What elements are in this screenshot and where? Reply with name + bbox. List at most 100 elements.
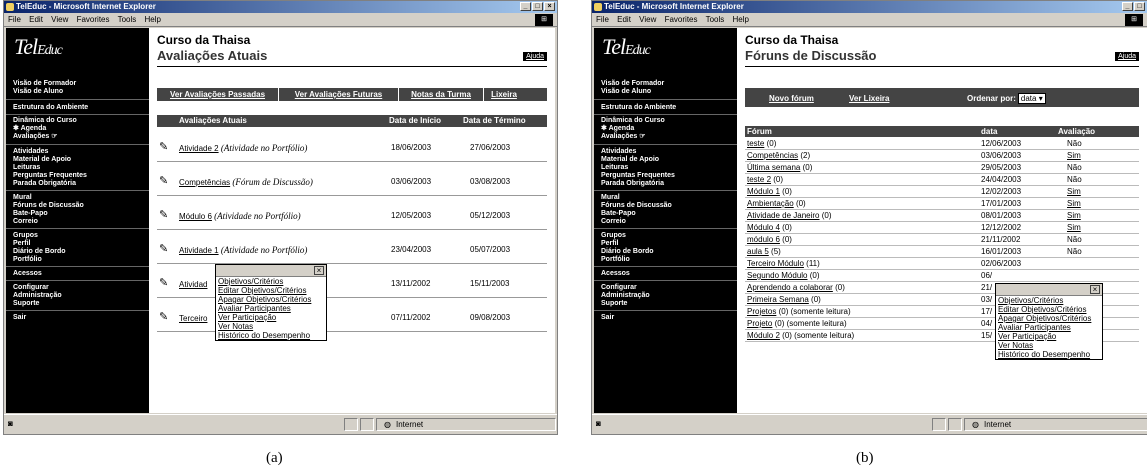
sidebar-item-agenda[interactable]: ✱ Agenda [13,125,145,133]
forum-link[interactable]: teste [747,139,764,148]
evaluation-link[interactable]: Atividad [179,280,207,289]
sidebar-item-foruns[interactable]: Fóruns de Discussão [601,202,733,210]
sidebar-item-leituras[interactable]: Leituras [13,164,145,172]
sidebar-item-suporte[interactable]: Suporte [601,300,733,308]
tab-future-evaluations[interactable]: Ver Avaliações Futuras [279,88,399,101]
new-forum-link[interactable]: Novo fórum [769,94,814,103]
sidebar-item-perguntas[interactable]: Perguntas Frequentes [13,172,145,180]
sidebar-item-diario[interactable]: Diário de Bordo [13,248,145,256]
evaluation-link[interactable]: Módulo 6 [179,212,212,221]
popup-item-performance-history[interactable]: Histórico do Desempenho [996,350,1102,359]
forum-link[interactable]: Módulo 2 [747,331,780,340]
sidebar-item-acessos[interactable]: Acessos [601,270,733,278]
popup-item-edit-objectives[interactable]: Editar Objetivos/Critérios [996,305,1102,314]
forum-evaluation[interactable]: Sim [1067,186,1081,198]
sidebar-item-estrutura[interactable]: Estrutura do Ambiente [13,104,145,112]
help-button[interactable]: Ajuda [1115,52,1139,61]
sidebar-item-perfil[interactable]: Perfil [601,240,733,248]
sidebar-item-acessos[interactable]: Acessos [13,270,145,278]
sidebar-item-agenda[interactable]: ✱ Agenda [601,125,733,133]
forum-evaluation[interactable]: Sim [1067,150,1081,162]
tab-trash[interactable]: Lixeira [484,88,524,101]
popup-item-edit-objectives[interactable]: Editar Objetivos/Critérios [216,286,326,295]
sidebar-item-sair[interactable]: Sair [13,314,145,322]
forum-link[interactable]: Módulo 4 [747,223,780,232]
tab-class-grades[interactable]: Notas da Turma [399,88,484,101]
forum-link[interactable]: Atividade de Janeiro [747,211,820,220]
sidebar-item-atividades[interactable]: Atividades [13,148,145,156]
sidebar-item-sair[interactable]: Sair [601,314,733,322]
menu-file[interactable]: File [8,15,21,24]
sidebar-item-grupos[interactable]: Grupos [13,232,145,240]
tab-past-evaluations[interactable]: Ver Avaliações Passadas [157,88,279,101]
forum-link[interactable]: Aprendendo a colaborar [747,283,833,292]
menu-help[interactable]: Help [733,15,749,24]
popup-item-view-participation[interactable]: Ver Participação [996,332,1102,341]
sidebar-item-suporte[interactable]: Suporte [13,300,145,308]
sidebar-item-estrutura[interactable]: Estrutura do Ambiente [601,104,733,112]
evaluation-link[interactable]: Atividade 1 [179,246,219,255]
popup-item-evaluate-participants[interactable]: Avaliar Participantes [216,304,326,313]
evaluation-link[interactable]: Competências [179,178,230,187]
sidebar-item-portfolio[interactable]: Portfólio [13,256,145,264]
sort-select[interactable]: data ▾ [1017,93,1046,104]
popup-item-objectives[interactable]: Objetivos/Critérios [216,277,326,286]
sidebar-item-grupos[interactable]: Grupos [601,232,733,240]
sidebar-item-foruns[interactable]: Fóruns de Discussão [13,202,145,210]
maximize-button[interactable]: □ [1134,2,1145,11]
menu-tools[interactable]: Tools [118,15,137,24]
forum-link[interactable]: Projetos [747,307,776,316]
sidebar-item-mural[interactable]: Mural [601,194,733,202]
sidebar-item-parada[interactable]: Parada Obrigatória [13,180,145,188]
sidebar-item-administracao[interactable]: Administração [13,292,145,300]
maximize-button[interactable]: □ [532,2,543,11]
sidebar-item-formador[interactable]: Visão de Formador [13,80,145,88]
sidebar-item-mural[interactable]: Mural [13,194,145,202]
view-trash-link[interactable]: Ver Lixeira [849,94,889,103]
minimize-button[interactable]: _ [1122,2,1133,11]
forum-link[interactable]: Primeira Semana [747,295,809,304]
close-button[interactable]: × [544,2,555,11]
minimize-button[interactable]: _ [520,2,531,11]
sidebar-item-atividades[interactable]: Atividades [601,148,733,156]
evaluation-link[interactable]: Atividade 2 [179,144,219,153]
sidebar-item-dinamica[interactable]: Dinâmica do Curso [601,117,733,125]
sidebar-item-batepapo[interactable]: Bate-Papo [13,210,145,218]
sidebar-item-aluno[interactable]: Visão de Aluno [13,88,145,96]
sidebar-item-administracao[interactable]: Administração [601,292,733,300]
sidebar-item-leituras[interactable]: Leituras [601,164,733,172]
sidebar-item-correio[interactable]: Correio [601,218,733,226]
sidebar-item-avaliacoes[interactable]: Avaliações ☞ [601,133,733,141]
popup-item-view-grades[interactable]: Ver Notas [216,322,326,331]
popup-item-view-participation[interactable]: Ver Participação [216,313,326,322]
sidebar-item-batepapo[interactable]: Bate-Papo [601,210,733,218]
menu-favorites[interactable]: Favorites [77,15,110,24]
sidebar-item-diario[interactable]: Diário de Bordo [601,248,733,256]
popup-item-delete-objectives[interactable]: Apagar Objetivos/Critérios [996,314,1102,323]
forum-link[interactable]: Segundo Módulo [747,271,808,280]
popup-item-delete-objectives[interactable]: Apagar Objetivos/Critérios [216,295,326,304]
menu-edit[interactable]: Edit [29,15,43,24]
sidebar-item-formador[interactable]: Visão de Formador [601,80,733,88]
menu-view[interactable]: View [639,15,656,24]
forum-link[interactable]: aula 5 [747,247,769,256]
forum-link[interactable]: Competências [747,151,798,160]
menu-favorites[interactable]: Favorites [665,15,698,24]
menu-tools[interactable]: Tools [706,15,725,24]
menu-edit[interactable]: Edit [617,15,631,24]
popup-item-performance-history[interactable]: Histórico do Desempenho [216,331,326,340]
sidebar-item-configurar[interactable]: Configurar [13,284,145,292]
popup-close-button[interactable]: × [1090,285,1100,294]
forum-link[interactable]: Terceiro Módulo [747,259,804,268]
menu-view[interactable]: View [51,15,68,24]
popup-item-evaluate-participants[interactable]: Avaliar Participantes [996,323,1102,332]
forum-link[interactable]: Projeto [747,319,772,328]
sidebar-item-correio[interactable]: Correio [13,218,145,226]
sidebar-item-perguntas[interactable]: Perguntas Frequentes [601,172,733,180]
forum-link[interactable]: teste 2 [747,175,771,184]
popup-close-button[interactable]: × [314,266,324,275]
menu-help[interactable]: Help [145,15,161,24]
forum-evaluation[interactable]: Sim [1067,210,1081,222]
help-button[interactable]: Ajuda [523,52,547,61]
menu-file[interactable]: File [596,15,609,24]
